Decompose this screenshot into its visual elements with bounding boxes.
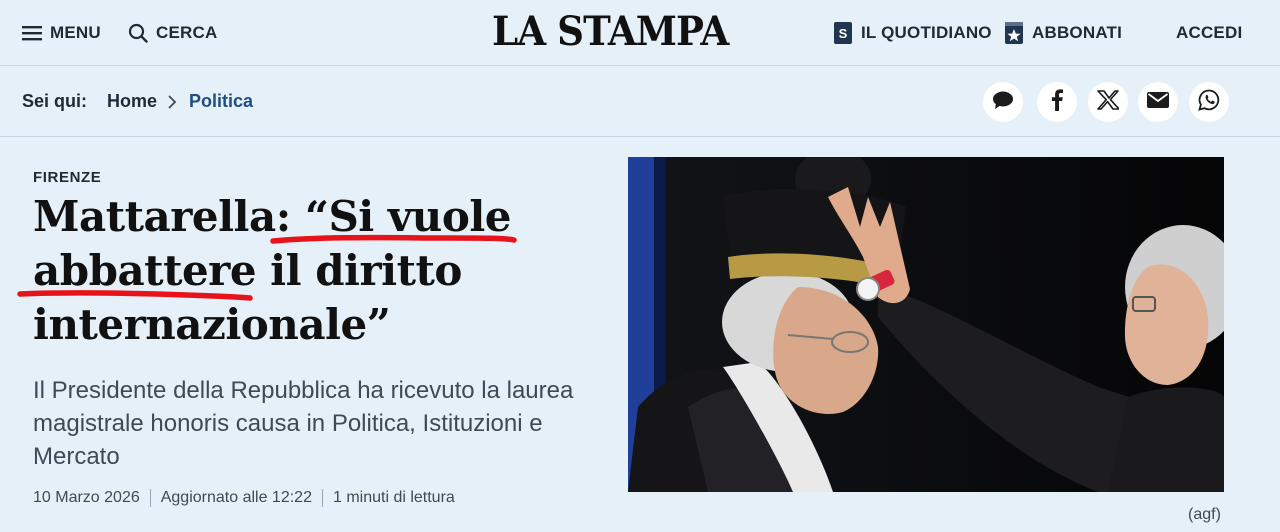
reading-time: 1 minuti di lettura [332, 489, 455, 506]
whatsapp-share-button[interactable] [1189, 82, 1229, 122]
breadcrumb-bar: Sei qui: Home Politica [0, 66, 1280, 137]
x-share-button[interactable] [1088, 82, 1128, 122]
ceremony-photo-illustration [628, 157, 1224, 492]
hamburger-icon [22, 25, 42, 41]
search-icon [128, 23, 148, 43]
article-photo[interactable] [628, 157, 1224, 492]
comment-icon [992, 90, 1014, 115]
meta-divider [149, 489, 151, 507]
site-logo[interactable]: LA STAMPA [492, 8, 729, 55]
menu-label: MENU [50, 23, 101, 42]
star-badge-icon [1004, 21, 1024, 45]
red-underline-annotation [270, 234, 517, 244]
meta-divider [321, 489, 323, 507]
facebook-share-button[interactable] [1037, 82, 1077, 122]
svg-text:S: S [839, 26, 848, 41]
article-meta: 10 Marzo 2026 Aggiornato alle 12:22 1 mi… [33, 489, 455, 507]
newspaper-icon: S [833, 21, 853, 45]
publish-date: 10 Marzo 2026 [33, 489, 140, 506]
whatsapp-icon [1198, 89, 1220, 116]
quotidiano-label: IL QUOTIDIANO [861, 23, 992, 42]
abbonati-button[interactable]: ABBONATI [1004, 20, 1122, 46]
menu-button[interactable]: MENU [22, 20, 101, 46]
email-share-button[interactable] [1138, 82, 1178, 122]
article-subtitle: Il Presidente della Repubblica ha ricevu… [33, 377, 574, 470]
chevron-right-icon [166, 94, 178, 110]
article-kicker[interactable]: FIRENZE [33, 169, 101, 186]
facebook-icon [1051, 88, 1063, 116]
breadcrumb-current-link[interactable]: Politica [189, 91, 253, 112]
breadcrumb-home-link[interactable]: Home [107, 91, 157, 112]
breadcrumb-prefix: Sei qui: [22, 91, 88, 111]
photo-credit: (agf) [1188, 506, 1221, 523]
site-header: MENU CERCA LA STAMPA S IL QUOTIDIANO ABB… [0, 0, 1280, 66]
red-underline-annotation [17, 290, 253, 301]
accedi-button[interactable]: ACCEDI [1176, 20, 1242, 46]
search-button[interactable]: CERCA [128, 20, 217, 46]
article-headline: Mattarella: “Si vuole abbattere il dirit… [33, 192, 512, 349]
quotidiano-button[interactable]: S IL QUOTIDIANO [833, 20, 992, 46]
comment-share-button[interactable] [983, 82, 1023, 122]
x-icon [1097, 89, 1120, 115]
updated-time: Aggiornato alle 12:22 [160, 489, 312, 506]
email-icon [1147, 91, 1169, 113]
abbonati-label: ABBONATI [1032, 23, 1123, 42]
search-label: CERCA [156, 23, 218, 42]
